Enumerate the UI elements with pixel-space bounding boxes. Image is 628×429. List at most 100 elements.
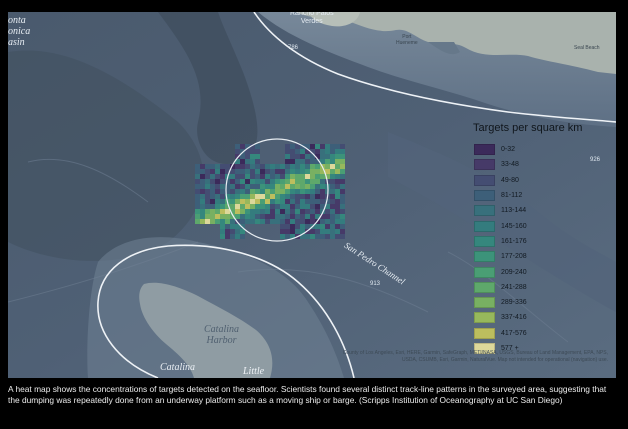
heat-cell: [290, 194, 295, 199]
heat-cell: [310, 204, 315, 209]
heat-cell: [330, 149, 335, 154]
heat-cell: [300, 189, 305, 194]
heat-cell: [290, 174, 295, 179]
heat-cell: [310, 144, 315, 149]
heat-cell: [295, 154, 300, 159]
heat-cell: [290, 169, 295, 174]
legend-label: 209-240: [501, 268, 527, 276]
heat-cell: [220, 179, 225, 184]
heat-cell: [275, 184, 280, 189]
heat-cell: [330, 179, 335, 184]
heat-cell: [250, 199, 255, 204]
heat-cell: [245, 159, 250, 164]
heat-cell: [220, 219, 225, 224]
legend-label: 241-288: [501, 283, 527, 291]
heat-cell: [195, 174, 200, 179]
heat-cell: [295, 159, 300, 164]
heat-cell: [220, 204, 225, 209]
heat-cell: [220, 229, 225, 234]
heat-cell: [195, 164, 200, 169]
heat-cell: [255, 154, 260, 159]
heat-cell: [290, 179, 295, 184]
heat-cell: [325, 209, 330, 214]
heat-cell: [205, 179, 210, 184]
heat-cell: [215, 189, 220, 194]
heat-cell: [250, 204, 255, 209]
heat-cell: [200, 169, 205, 174]
heat-cell: [340, 194, 345, 199]
heat-cell: [280, 234, 285, 239]
heat-cell: [305, 159, 310, 164]
heat-cell: [205, 189, 210, 194]
heat-cell: [330, 164, 335, 169]
heat-cell: [340, 229, 345, 234]
heat-cell: [255, 214, 260, 219]
heat-cell: [235, 144, 240, 149]
heat-cell: [205, 174, 210, 179]
legend-item: 289-336: [473, 295, 608, 310]
heat-cell: [250, 149, 255, 154]
heat-cell: [215, 164, 220, 169]
heat-cell: [265, 174, 270, 179]
heat-cell: [250, 174, 255, 179]
heat-cell: [280, 184, 285, 189]
heat-cell: [270, 189, 275, 194]
heat-cell: [305, 184, 310, 189]
heat-cell: [320, 144, 325, 149]
heat-cell: [260, 194, 265, 199]
heat-cell: [290, 199, 295, 204]
heat-cell: [245, 174, 250, 179]
heat-cell: [235, 184, 240, 189]
heat-cell: [200, 209, 205, 214]
heat-cell: [235, 229, 240, 234]
heat-cell: [230, 204, 235, 209]
heat-cell: [340, 209, 345, 214]
heat-cell: [235, 169, 240, 174]
heat-cell: [200, 204, 205, 209]
heat-cell: [335, 214, 340, 219]
heat-cell: [275, 189, 280, 194]
heat-cell: [245, 184, 250, 189]
heat-cell: [250, 164, 255, 169]
heat-cell: [285, 184, 290, 189]
heat-cell: [290, 184, 295, 189]
heat-cell: [315, 224, 320, 229]
heat-cell: [260, 204, 265, 209]
heat-cell: [200, 174, 205, 179]
heat-cell: [275, 209, 280, 214]
heat-cell: [245, 209, 250, 214]
heat-cell: [235, 199, 240, 204]
heat-cell: [330, 169, 335, 174]
heat-cell: [245, 179, 250, 184]
heat-cell: [230, 224, 235, 229]
heat-cell: [325, 144, 330, 149]
heat-cell: [330, 204, 335, 209]
heat-cell: [300, 179, 305, 184]
heat-cell: [220, 174, 225, 179]
heat-cell: [200, 189, 205, 194]
heat-cell: [225, 164, 230, 169]
heat-cell: [340, 179, 345, 184]
heat-cell: [265, 184, 270, 189]
heat-cell: [300, 214, 305, 219]
heat-cell: [230, 179, 235, 184]
catalina-harbor-label: Catalina Harbor: [204, 324, 240, 346]
heat-cell: [320, 194, 325, 199]
heat-cell: [265, 164, 270, 169]
legend-swatch: [474, 297, 495, 309]
heat-cell: [290, 209, 295, 214]
heat-cell: [255, 179, 260, 184]
heat-cell: [250, 189, 255, 194]
heat-cell: [315, 179, 320, 184]
heat-cell: [330, 144, 335, 149]
heat-cell: [320, 174, 325, 179]
heat-cell: [300, 224, 305, 229]
heat-cell: [280, 179, 285, 184]
heat-cell: [225, 234, 230, 239]
caption: A heat map shows the concentrations of t…: [8, 384, 607, 405]
legend-label: 177-208: [501, 253, 527, 261]
heat-cell: [230, 184, 235, 189]
heat-cell: [205, 214, 210, 219]
heat-cell: [285, 179, 290, 184]
heat-cell: [330, 229, 335, 234]
